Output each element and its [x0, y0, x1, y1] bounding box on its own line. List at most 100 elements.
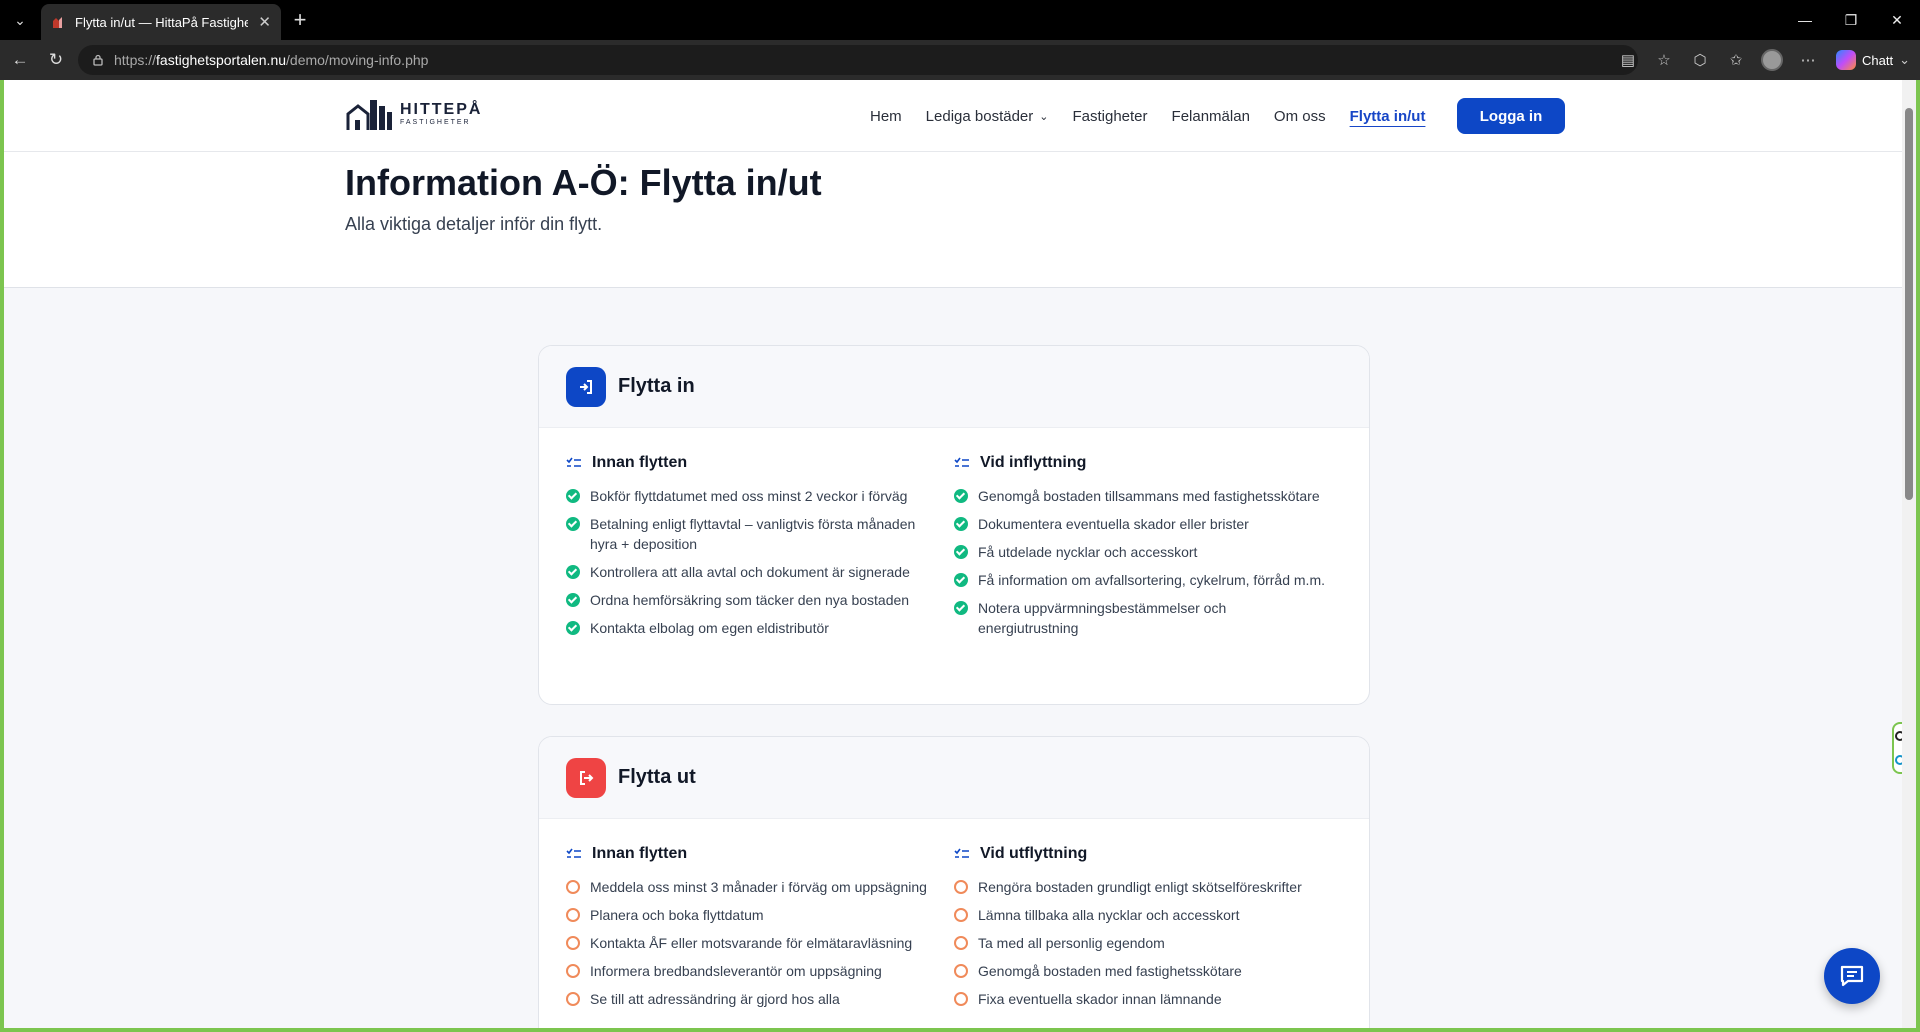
copilot-label: Chatt	[1862, 52, 1894, 68]
browser-tab-active[interactable]: Flytta in/ut — HittaPå Fastigheter ✕	[41, 4, 281, 40]
list-item: Få information om avfallsortering, cykel…	[954, 570, 1342, 590]
move-out-before-title: Innan flytten	[592, 845, 688, 862]
checklist-icon	[954, 457, 969, 467]
new-tab-icon[interactable]: +	[286, 6, 314, 34]
list-item: Se till att adressändring är gjord hos a…	[566, 989, 954, 1009]
checklist-icon	[566, 848, 581, 858]
move-in-before-list: Bokför flyttdatumet med oss minst 2 veck…	[566, 486, 954, 638]
check-circle-icon	[954, 573, 968, 587]
profile-avatar[interactable]	[1754, 40, 1790, 80]
move-out-during-list: Rengöra bostaden grundligt enligt skötse…	[954, 877, 1342, 1009]
favorites-icon[interactable]: ✩	[1718, 40, 1754, 80]
nav-hem[interactable]: Hem	[870, 108, 902, 125]
logout-arrow-icon	[566, 757, 606, 798]
tab-actions-chevron-icon[interactable]: ⌄	[6, 6, 34, 34]
check-circle-icon	[566, 593, 580, 607]
circle-outline-icon	[954, 992, 968, 1006]
circle-outline-icon	[566, 936, 580, 950]
move-in-card: Flytta in Innan flytten Bokför flyttdatu…	[538, 345, 1370, 705]
scrollbar-thumb[interactable]	[1905, 108, 1913, 500]
list-item: Lämna tillbaka alla nycklar och accessko…	[954, 905, 1342, 925]
list-item: Kontakta ÅF eller motsvarande för elmäta…	[566, 933, 954, 953]
list-item: Ta med all personlig egendom	[954, 933, 1342, 953]
checklist-icon	[954, 848, 969, 858]
nav-flytta-in-ut[interactable]: Flytta in/ut	[1350, 108, 1426, 125]
move-out-card: Flytta ut Innan flytten Meddela oss mins…	[538, 736, 1370, 1028]
move-out-title: Flytta ut	[618, 766, 696, 788]
chat-button[interactable]	[1824, 948, 1880, 1004]
list-item: Genomgå bostaden tillsammans med fastigh…	[954, 486, 1342, 506]
copilot-icon	[1836, 50, 1857, 70]
nav-lediga-bostader-label: Lediga bostäder	[925, 107, 1034, 125]
check-circle-icon	[566, 565, 580, 579]
logo-buildings-icon	[346, 100, 392, 130]
login-button[interactable]: Logga in	[1457, 98, 1565, 134]
reload-icon[interactable]: ↻	[42, 46, 70, 74]
check-circle-icon	[954, 489, 968, 503]
site-logo[interactable]: HITTEPÅ FASTIGHETER	[346, 94, 482, 132]
check-circle-icon	[566, 621, 580, 635]
chevron-down-icon: ⌄	[1899, 52, 1910, 67]
more-menu-icon[interactable]: ⋯	[1790, 40, 1826, 80]
nav-om-oss[interactable]: Om oss	[1274, 108, 1326, 125]
browser-tabbar: ⌄ Flytta in/ut — HittaPå Fastigheter ✕ +…	[0, 0, 1920, 40]
chevron-down-icon: ⌄	[1039, 110, 1049, 123]
list-item: Kontakta elbolag om egen eldistributör	[566, 618, 954, 638]
tab-title: Flytta in/ut — HittaPå Fastigheter	[75, 14, 249, 30]
check-circle-icon	[954, 601, 968, 615]
extensions-icon[interactable]: ⬡	[1682, 40, 1718, 80]
minimize-icon[interactable]: —	[1782, 0, 1828, 40]
page-subtitle: Alla viktiga detaljer inför din flytt.	[345, 214, 603, 234]
site-info-icon[interactable]	[92, 54, 104, 66]
move-in-before-title: Innan flytten	[592, 454, 688, 471]
circle-outline-icon	[954, 908, 968, 922]
site-favicon-icon	[53, 17, 62, 28]
list-item: Informera bredbandsleverantör om uppsägn…	[566, 961, 954, 981]
circle-outline-icon	[954, 880, 968, 894]
nav-fastigheter[interactable]: Fastigheter	[1072, 108, 1147, 125]
check-circle-icon	[954, 517, 968, 531]
browser-toolbar: ← ↻ https://fastighetsportalen.nu/demo/m…	[0, 40, 1920, 80]
page-hero: Information A-Ö: Flytta in/ut Alla vikti…	[4, 152, 1906, 288]
list-item: Fixa eventuella skador innan lämnande	[954, 989, 1342, 1009]
logo-sub: FASTIGHETER	[400, 118, 471, 126]
list-item: Ordna hemförsäkring som täcker den nya b…	[566, 590, 954, 610]
main-nav: Hem Lediga bostäder ⌄ Fastigheter Felanmä…	[870, 80, 1425, 152]
list-item: Bokför flyttdatumet med oss minst 2 veck…	[566, 486, 954, 506]
list-item: Meddela oss minst 3 månader i förväg om …	[566, 877, 954, 897]
move-out-before-list: Meddela oss minst 3 månader i förväg om …	[566, 877, 954, 1009]
circle-outline-icon	[566, 908, 580, 922]
list-item: Dokumentera eventuella skador eller bris…	[954, 514, 1342, 534]
address-bar[interactable]: https://fastighetsportalen.nu/demo/movin…	[78, 45, 1638, 75]
logo-name: HITTEPÅ	[400, 100, 483, 118]
circle-outline-icon	[566, 964, 580, 978]
move-in-during-title: Vid inflyttning	[980, 454, 1087, 471]
checklist-icon	[566, 457, 581, 467]
chat-message-icon	[1840, 965, 1864, 987]
nav-felanmalan[interactable]: Felanmälan	[1172, 108, 1250, 125]
list-item: Rengöra bostaden grundligt enligt skötse…	[954, 877, 1342, 897]
restore-icon[interactable]: ❐	[1828, 0, 1874, 40]
circle-outline-icon	[566, 992, 580, 1006]
check-circle-icon	[566, 489, 580, 503]
login-arrow-icon	[566, 366, 606, 407]
page-scrollbar[interactable]	[1902, 80, 1916, 1028]
move-in-during-list: Genomgå bostaden tillsammans med fastigh…	[954, 486, 1342, 638]
circle-outline-icon	[954, 936, 968, 950]
reader-view-icon[interactable]: ▤	[1610, 40, 1646, 80]
back-arrow-icon[interactable]: ←	[6, 46, 34, 74]
move-in-title: Flytta in	[618, 375, 695, 397]
copilot-button[interactable]: Chatt ⌄	[1826, 50, 1920, 70]
favorite-star-icon[interactable]: ☆	[1646, 40, 1682, 80]
page-title: Information A-Ö: Flytta in/ut	[345, 162, 822, 203]
list-item: Betalning enligt flyttavtal – vanligtvis…	[566, 514, 954, 554]
circle-outline-icon	[566, 880, 580, 894]
list-item: Kontrollera att alla avtal och dokument …	[566, 562, 954, 582]
move-out-during-title: Vid utflyttning	[980, 845, 1088, 862]
page-viewport: HITTEPÅ FASTIGHETER Hem Lediga bostäder ⌄…	[0, 80, 1920, 1032]
nav-lediga-bostader[interactable]: Lediga bostäder ⌄	[926, 108, 1049, 125]
list-item: Notera uppvärmningsbestämmelser och ener…	[954, 598, 1342, 638]
tab-close-icon[interactable]: ✕	[258, 13, 271, 31]
check-circle-icon	[566, 517, 580, 531]
window-close-icon[interactable]: ✕	[1874, 0, 1920, 40]
